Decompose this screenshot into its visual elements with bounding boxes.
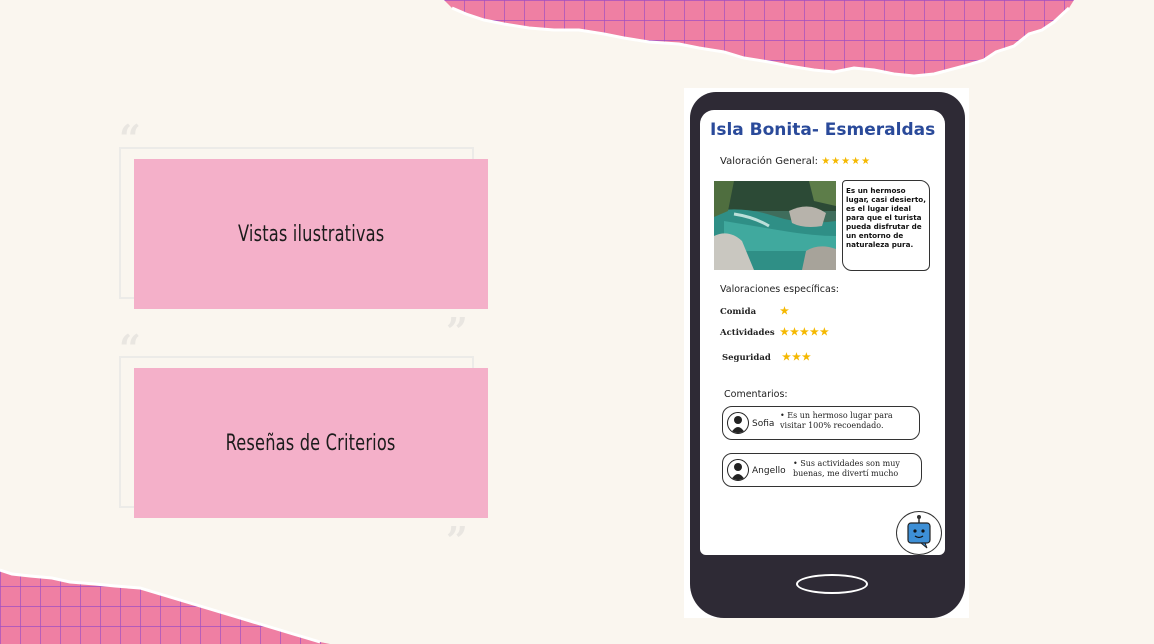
- comment-author: Sofia: [752, 419, 775, 429]
- place-photo: [714, 181, 836, 270]
- user-avatar-icon: [727, 412, 749, 434]
- comment-text: • Sus actividades son muy buenas, me div…: [793, 459, 900, 478]
- criterion-seguridad: Seguridad ★★★: [722, 352, 811, 363]
- card-panel: Reseñas de Criterios: [134, 368, 488, 518]
- overall-rating-label: Valoración General:: [720, 156, 819, 167]
- overall-rating: Valoración General: ★★★★★: [720, 156, 871, 167]
- comment-item: Angello • Sus actividades son muy buenas…: [722, 453, 922, 487]
- card-label: Vistas ilustrativas: [237, 221, 385, 247]
- chatbot-icon[interactable]: [896, 511, 942, 555]
- app-title: Isla Bonita- Esmeraldas: [710, 120, 936, 140]
- criterion-stars: ★: [780, 306, 790, 317]
- card-label: Reseñas de Criterios: [226, 430, 396, 456]
- specific-ratings-title: Valoraciones específicas:: [720, 284, 839, 295]
- torn-paper-top-decoration: [444, 0, 1074, 78]
- close-quote-icon: ”: [446, 518, 468, 563]
- comment-author: Angello: [752, 466, 786, 476]
- torn-paper-bottom-decoration: [0, 568, 330, 644]
- phone-home-button: [796, 574, 868, 594]
- criterion-label: Comida: [720, 307, 757, 317]
- criterion-actividades: Actividades ★★★★★: [720, 327, 829, 338]
- card-panel: Vistas ilustrativas: [134, 159, 488, 309]
- user-avatar-icon: [727, 459, 749, 481]
- place-description: Es un hermoso lugar, casi desierto, es e…: [842, 180, 930, 271]
- criterion-label: Actividades: [720, 328, 775, 338]
- comment-text: • Es un hermoso lugar para visitar 100% …: [780, 411, 893, 430]
- criterion-stars: ★★★★★: [780, 327, 830, 338]
- overall-rating-stars: ★★★★★: [821, 156, 872, 167]
- close-quote-icon: ”: [446, 309, 468, 354]
- criterion-stars: ★★★: [782, 352, 812, 363]
- criterion-comida: Comida ★: [720, 306, 789, 317]
- comments-title: Comentarios:: [724, 389, 788, 400]
- comment-item: Sofia • Es un hermoso lugar para visitar…: [722, 406, 920, 440]
- criterion-label: Seguridad: [722, 353, 771, 363]
